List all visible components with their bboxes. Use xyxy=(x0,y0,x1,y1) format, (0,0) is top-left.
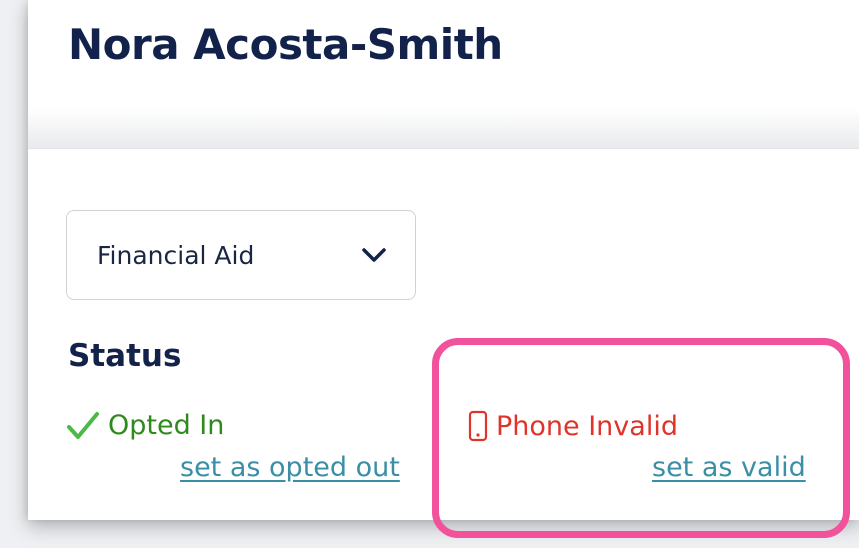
department-dropdown-value: Financial Aid xyxy=(97,240,255,270)
contact-card: Nora Acosta-Smith Financial Aid Status O… xyxy=(28,0,859,520)
set-opted-out-link[interactable]: set as opted out xyxy=(180,452,400,483)
opt-in-label: Opted In xyxy=(108,410,225,441)
contact-name: Nora Acosta-Smith xyxy=(68,20,503,69)
department-dropdown[interactable]: Financial Aid xyxy=(66,210,416,300)
phone-status: Phone Invalid xyxy=(468,410,678,442)
phone-icon xyxy=(468,410,488,442)
contact-header: Nora Acosta-Smith xyxy=(28,0,859,149)
phone-status-label: Phone Invalid xyxy=(496,410,678,442)
opt-in-status: Opted In xyxy=(66,410,224,441)
set-valid-link[interactable]: set as valid xyxy=(652,452,806,483)
status-heading: Status xyxy=(68,338,182,374)
chevron-down-icon xyxy=(361,247,387,263)
check-icon xyxy=(67,411,99,439)
